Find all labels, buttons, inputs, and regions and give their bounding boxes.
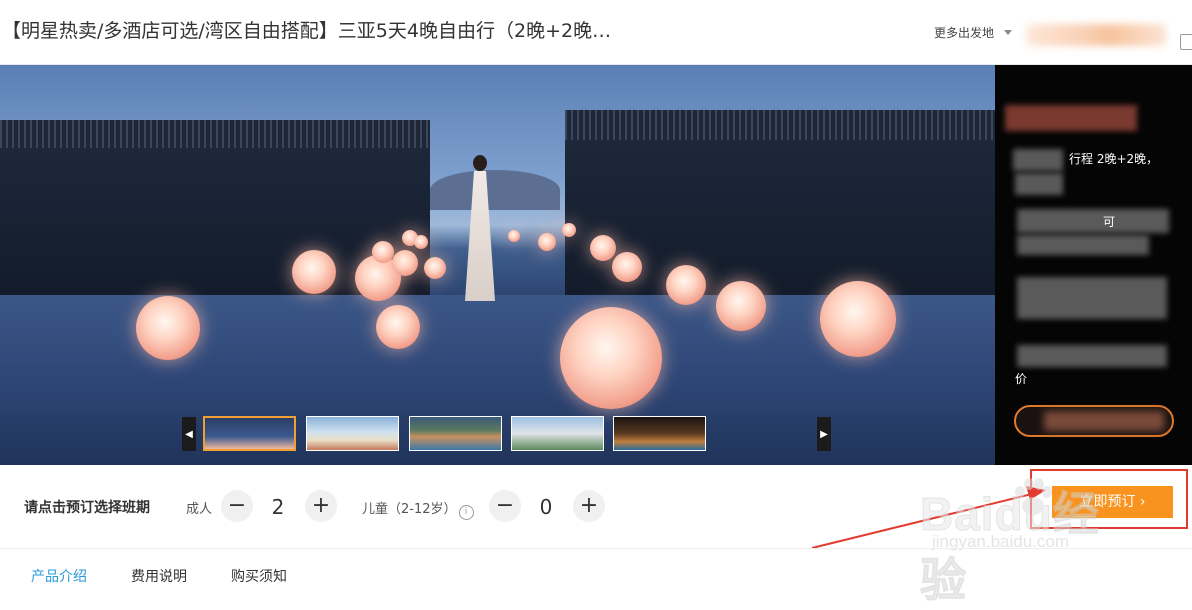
thumbnail-5[interactable]	[613, 416, 706, 451]
promo-line-2: 可	[1103, 215, 1116, 229]
more-departure-dropdown[interactable]: 更多出发地	[934, 24, 1013, 41]
blurred-text	[1017, 277, 1167, 319]
product-title: 【明星热卖/多酒店可选/湾区自由搭配】三亚5天4晚自由行（2晚+2晚…	[2, 20, 612, 42]
lamp-orb	[376, 305, 420, 349]
blurred-heading	[1005, 105, 1137, 131]
tab-fee-description[interactable]: 费用说明	[131, 566, 187, 586]
tab-product-intro[interactable]: 产品介绍	[31, 566, 87, 586]
booking-prompt: 请点击预订选择班期	[24, 500, 150, 516]
adult-plus-button[interactable]: +	[305, 490, 337, 522]
thumbnail-3[interactable]	[409, 416, 502, 451]
adult-count: 2	[271, 495, 285, 519]
lamp-orb	[716, 281, 766, 331]
info-icon[interactable]: i	[458, 505, 474, 520]
lamp-orb	[820, 281, 896, 357]
more-departure-label: 更多出发地	[934, 26, 995, 40]
hero-image	[0, 65, 995, 465]
thumbnail-2[interactable]	[306, 416, 399, 451]
thumbnail-4[interactable]	[511, 416, 604, 451]
lamp-orb	[666, 265, 706, 305]
lamp-orb	[392, 250, 418, 276]
lamp-orb	[612, 252, 642, 282]
chevron-down-icon	[1004, 30, 1013, 35]
child-minus-button[interactable]: −	[489, 490, 521, 522]
blurred-text	[1013, 149, 1063, 171]
lamp-orb	[136, 296, 200, 360]
blurred-text	[1017, 345, 1167, 367]
adult-minus-button[interactable]: −	[221, 490, 253, 522]
child-label-text: 儿童（2-12岁）	[362, 502, 457, 517]
blurred-price	[1026, 24, 1166, 46]
promo-line-1: 行程 2晚+2晚，	[1069, 152, 1159, 166]
thumb-next-button[interactable]: ▶	[817, 417, 831, 451]
child-label: 儿童（2-12岁） i	[362, 498, 476, 520]
thumb-prev-button[interactable]: ◀	[182, 417, 196, 451]
lamp-orb	[292, 250, 336, 294]
page-header: 【明星热卖/多酒店可选/湾区自由搭配】三亚5天4晚自由行（2晚+2晚… 更多出发…	[0, 0, 1192, 65]
lamp-orb	[560, 307, 662, 409]
lamp-orb	[538, 233, 556, 251]
lamp-orb	[414, 235, 428, 249]
lamp-orb	[424, 257, 446, 279]
thumbnail-1[interactable]	[203, 416, 296, 451]
lamp-orb	[508, 230, 520, 242]
lamp-orb	[590, 235, 616, 261]
child-plus-button[interactable]: +	[573, 490, 605, 522]
book-now-button[interactable]: 立即预订 ›	[1052, 486, 1173, 518]
promo-action-button[interactable]	[1014, 405, 1174, 437]
blurred-text	[1015, 173, 1063, 195]
blurred-text	[1017, 209, 1169, 233]
lamp-orb	[562, 223, 576, 237]
tab-purchase-notes[interactable]: 购买须知	[231, 566, 287, 586]
share-icon[interactable]	[1180, 34, 1192, 50]
lamp-orb	[372, 241, 394, 263]
child-count: 0	[539, 495, 553, 519]
blurred-text	[1017, 235, 1149, 255]
adult-label: 成人	[186, 502, 213, 517]
model-figure	[463, 155, 497, 305]
promo-line-3: 价	[1015, 372, 1028, 386]
